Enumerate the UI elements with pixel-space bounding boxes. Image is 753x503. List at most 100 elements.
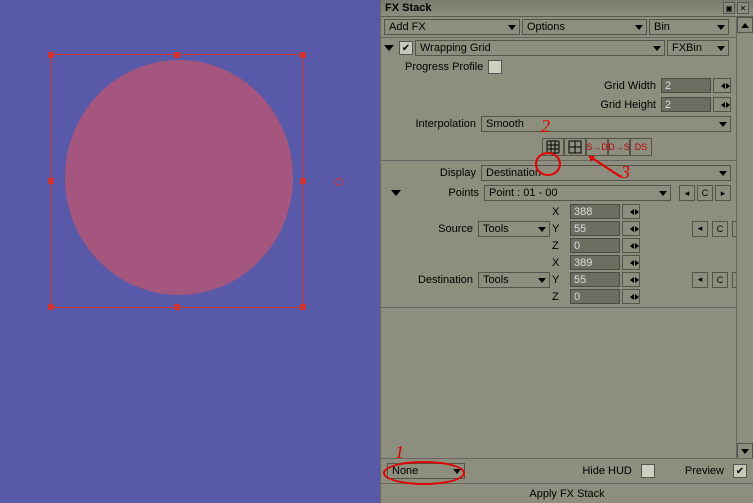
dest-y-spinner[interactable]: [622, 272, 640, 287]
preview-checkbox[interactable]: ✔: [733, 464, 747, 478]
panel-scrollbar[interactable]: [736, 17, 753, 459]
interpolation-dropdown[interactable]: Smooth: [481, 116, 731, 132]
toolbar-row: Add FX Options Bin: [381, 17, 753, 38]
source-to-dest-button[interactable]: S→D: [586, 138, 608, 156]
points-disclosure[interactable]: [391, 190, 401, 196]
points-next-button[interactable]: ▸: [715, 185, 731, 201]
panel-title: FX Stack: [385, 2, 431, 14]
bin-dropdown[interactable]: Bin: [649, 19, 729, 35]
grid-height-spinner[interactable]: [713, 97, 731, 112]
effect-dropdown[interactable]: Wrapping Grid: [415, 40, 665, 56]
progress-label: Progress Profile: [405, 61, 486, 73]
titlebar-close-icon[interactable]: ✕: [737, 2, 749, 14]
handle-mr[interactable]: [300, 178, 306, 184]
rotate-handle[interactable]: [335, 178, 343, 186]
viewport-canvas[interactable]: [0, 0, 380, 503]
panel-titlebar: FX Stack ▣ ✕: [381, 0, 753, 17]
points-label: Points: [406, 187, 482, 199]
source-c-button[interactable]: C: [712, 221, 728, 237]
source-block: X 388 Source Tools Y 55 ◂ C ▸ Z 0: [381, 203, 753, 254]
handle-tm[interactable]: [174, 52, 180, 58]
display-label: Display: [421, 167, 479, 179]
selection-box[interactable]: [50, 54, 304, 308]
fxbin-dropdown[interactable]: FXBin: [667, 40, 729, 56]
destination-label: Destination: [384, 272, 476, 287]
destination-value: Tools: [483, 274, 537, 286]
effect-header: ✔ Wrapping Grid FXBin: [381, 38, 753, 58]
hide-hud-checkbox[interactable]: [641, 464, 655, 478]
ds-swap-button[interactable]: DS: [630, 138, 652, 156]
fx-stack-panel: FX Stack ▣ ✕ Add FX Options Bin ✔ Wrappi…: [380, 0, 753, 503]
points-dropdown[interactable]: Point : 01 - 00: [484, 185, 671, 201]
display-row: Display Destination: [381, 163, 753, 183]
source-prev-button[interactable]: ◂: [692, 221, 708, 237]
progress-swatch[interactable]: [488, 60, 502, 74]
fxbin-label: FXBin: [672, 42, 716, 54]
preview-label: Preview: [685, 465, 727, 477]
mode-label: None: [392, 465, 452, 477]
grid-width-row: Grid Width 2: [381, 76, 753, 95]
source-z-field[interactable]: 0: [570, 238, 620, 253]
dest-z-spinner[interactable]: [622, 289, 640, 304]
handle-bm[interactable]: [174, 304, 180, 310]
source-z-label: Z: [552, 238, 568, 253]
source-y-label: Y: [552, 221, 568, 236]
add-fx-dropdown[interactable]: Add FX: [384, 19, 520, 35]
dest-z-label: Z: [552, 289, 568, 304]
scroll-down-button[interactable]: [737, 443, 753, 459]
dest-x-spinner[interactable]: [622, 255, 640, 270]
source-y-field[interactable]: 55: [570, 221, 620, 236]
display-dropdown[interactable]: Destination: [481, 165, 731, 181]
handle-br[interactable]: [300, 304, 306, 310]
bin-label: Bin: [654, 21, 716, 33]
dest-y-label: Y: [552, 272, 568, 287]
interpolation-value: Smooth: [486, 118, 718, 130]
options-label: Options: [527, 21, 634, 33]
handle-tr[interactable]: [300, 52, 306, 58]
destination-block: X 389 Destination Tools Y 55 ◂ C ▸ Z 0: [381, 254, 753, 305]
source-z-spinner[interactable]: [622, 238, 640, 253]
dest-z-field[interactable]: 0: [570, 289, 620, 304]
grid-single-icon[interactable]: [564, 138, 586, 156]
handle-tl[interactable]: [48, 52, 54, 58]
effect-disclosure[interactable]: [384, 45, 394, 51]
handle-bl[interactable]: [48, 304, 54, 310]
source-dropdown[interactable]: Tools: [478, 221, 550, 237]
points-row: Points Point : 01 - 00 ◂ C ▸: [381, 183, 753, 203]
dest-to-source-button[interactable]: D→S: [608, 138, 630, 156]
grid-height-label: Grid Height: [600, 99, 659, 111]
progress-row: Progress Profile: [381, 58, 753, 76]
source-x-field[interactable]: 388: [570, 204, 620, 219]
dest-c-button[interactable]: C: [712, 272, 728, 288]
source-value: Tools: [483, 223, 537, 235]
add-fx-label: Add FX: [389, 21, 507, 33]
grid-width-spinner[interactable]: [713, 78, 731, 93]
display-value: Destination: [486, 167, 718, 179]
grid-icon-row: S→D D→S DS: [381, 134, 753, 158]
dest-y-field[interactable]: 55: [570, 272, 620, 287]
source-x-label: X: [552, 204, 568, 219]
points-value: Point : 01 - 00: [489, 187, 658, 199]
mode-dropdown[interactable]: None: [387, 463, 465, 479]
destination-dropdown[interactable]: Tools: [478, 272, 550, 288]
apply-fx-stack-button[interactable]: Apply FX Stack: [381, 483, 753, 503]
grid-height-field[interactable]: 2: [661, 97, 711, 112]
handle-ml[interactable]: [48, 178, 54, 184]
dest-x-field[interactable]: 389: [570, 255, 620, 270]
interpolation-label: Interpolation: [401, 118, 479, 130]
grid-width-label: Grid Width: [604, 80, 659, 92]
source-x-spinner[interactable]: [622, 204, 640, 219]
titlebar-collapse-icon[interactable]: ▣: [723, 2, 735, 14]
effect-name: Wrapping Grid: [420, 42, 652, 54]
scroll-up-button[interactable]: [737, 17, 753, 33]
dest-prev-button[interactable]: ◂: [692, 272, 708, 288]
source-y-spinner[interactable]: [622, 221, 640, 236]
grid-width-field[interactable]: 2: [661, 78, 711, 93]
dest-x-label: X: [552, 255, 568, 270]
points-c-button[interactable]: C: [697, 185, 713, 201]
effect-enabled-checkbox[interactable]: ✔: [399, 41, 413, 55]
points-prev-button[interactable]: ◂: [679, 185, 695, 201]
options-dropdown[interactable]: Options: [522, 19, 647, 35]
grid-all-icon[interactable]: [542, 138, 564, 156]
grid-height-row: Grid Height 2: [381, 95, 753, 114]
